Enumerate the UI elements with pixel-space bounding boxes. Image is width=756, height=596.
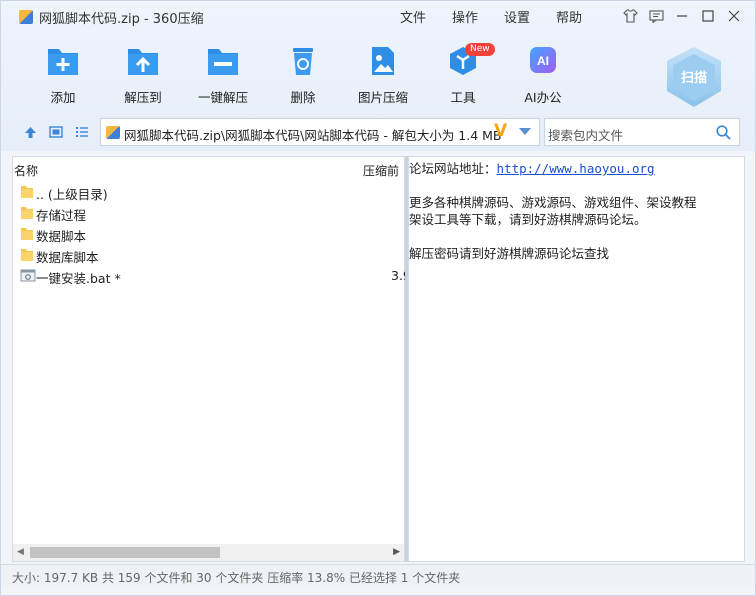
horizontal-scrollbar[interactable]: ◀ ▶ <box>13 544 404 561</box>
quick-extract-icon <box>206 45 240 77</box>
search-placeholder: 搜索包内文件 <box>548 128 624 143</box>
add-label: 添加 <box>50 90 76 105</box>
ai-office-button[interactable]: AI AI办公 <box>503 45 583 106</box>
comment-line-1: 论坛网站地址：http://www.haoyou.org <box>409 160 697 177</box>
scan-button[interactable]: 扫描 <box>661 45 727 111</box>
file-name: 数据库脚本 <box>36 250 99 265</box>
bat-file-icon <box>20 268 36 283</box>
file-list-header: 名称 压缩前 <box>13 157 404 181</box>
search-icon[interactable] <box>716 125 731 143</box>
list-item[interactable]: 一键安装.bat * 3.9 <box>13 265 411 286</box>
scroll-right-icon[interactable]: ▶ <box>393 547 400 557</box>
scrollbar-thumb[interactable] <box>30 547 220 558</box>
window-controls <box>617 5 747 27</box>
file-name: 一键安装.bat * <box>36 271 121 286</box>
column-name-header[interactable]: 名称 <box>14 162 38 179</box>
folder-icon <box>20 205 34 220</box>
nav-buttons <box>21 125 91 139</box>
extract-to-icon <box>126 45 160 77</box>
chevron-down-icon[interactable] <box>519 128 531 135</box>
scroll-left-icon[interactable]: ◀ <box>17 547 24 557</box>
column-size-header[interactable]: 压缩前 <box>363 162 399 179</box>
extract-to-label: 解压到 <box>124 90 162 105</box>
feedback-icon[interactable] <box>643 5 669 27</box>
archive-comment: 论坛网站地址：http://www.haoyou.org 更多各种棋牌源码、游戏… <box>409 160 697 262</box>
image-compress-button[interactable]: 图片压缩 <box>343 45 423 106</box>
title-bar: 网狐脚本代码.zip - 360压缩 文件 操作 设置 帮助 <box>1 1 755 31</box>
image-compress-label: 图片压缩 <box>357 90 408 105</box>
extract-to-button[interactable]: 解压到 <box>103 45 183 106</box>
address-path: 网狐脚本代码.zip\网狐脚本代码\网站脚本代码 - 解包大小为 1.4 MB <box>124 128 502 143</box>
add-icon <box>46 45 80 77</box>
app-window: 网狐脚本代码.zip - 360压缩 文件 操作 设置 帮助 添加 解压到 一键… <box>0 0 756 596</box>
close-icon[interactable] <box>721 5 747 27</box>
ai-office-label: AI办公 <box>524 90 562 105</box>
file-list-pane: 名称 压缩前 .. (上级目录) 存储过程 数据脚本 数据库脚本 一键安装.ba… <box>12 156 411 562</box>
address-bar[interactable]: 网狐脚本代码.zip\网狐脚本代码\网站脚本代码 - 解包大小为 1.4 MB … <box>100 118 540 146</box>
window-title: 网狐脚本代码.zip - 360压缩 <box>39 12 204 27</box>
delete-button[interactable]: 删除 <box>263 45 343 106</box>
add-button[interactable]: 添加 <box>23 45 103 106</box>
svg-text:AI: AI <box>537 54 549 68</box>
ai-icon: AI <box>526 45 560 77</box>
toolbar: 添加 解压到 一键解压 删除 图片压缩 工具 AI AI办公 <box>1 45 661 115</box>
comment-line-3: 架设工具等下载，请到好游棋牌源码论坛。 <box>409 212 647 227</box>
list-item[interactable]: 数据脚本 <box>13 223 404 244</box>
up-arrow-icon[interactable] <box>21 125 39 139</box>
comment-line-2: 更多各种棋牌源码、游戏源码、游戏组件、架设教程 <box>409 195 697 210</box>
verified-mark-icon: V <box>494 121 508 141</box>
quick-extract-button[interactable]: 一键解压 <box>183 45 263 106</box>
app-zip-icon <box>19 10 33 24</box>
list-item[interactable]: 数据库脚本 <box>13 244 404 265</box>
quick-extract-label: 一键解压 <box>197 90 248 105</box>
comment-line-4: 解压密码请到好游棋牌源码论坛查找 <box>409 246 610 261</box>
menu-operation[interactable]: 操作 <box>439 7 491 26</box>
list-item[interactable]: 存储过程 <box>13 202 404 223</box>
status-text: 大小: 197.7 KB 共 159 个文件和 30 个文件夹 压缩率 13.8… <box>12 571 461 585</box>
file-name: 数据脚本 <box>36 229 87 244</box>
menu-settings[interactable]: 设置 <box>491 7 543 26</box>
file-name: 存储过程 <box>36 208 87 223</box>
zip-file-icon <box>106 126 120 139</box>
file-rows: .. (上级目录) 存储过程 数据脚本 数据库脚本 一键安装.bat * 3.9 <box>13 181 411 286</box>
folder-icon <box>20 226 34 241</box>
thumbnail-view-icon[interactable] <box>47 125 65 139</box>
delete-icon <box>286 45 320 77</box>
delete-label: 删除 <box>290 90 316 105</box>
menu-bar: 文件 操作 设置 帮助 <box>387 7 595 26</box>
search-box[interactable]: 搜索包内文件 <box>544 118 740 146</box>
image-compress-icon <box>366 45 400 77</box>
menu-file[interactable]: 文件 <box>387 7 439 26</box>
minimize-icon[interactable] <box>669 5 695 27</box>
list-view-icon[interactable] <box>73 125 91 139</box>
new-badge: New <box>465 43 495 56</box>
status-bar: 大小: 197.7 KB 共 159 个文件和 30 个文件夹 压缩率 13.8… <box>1 564 755 588</box>
list-item[interactable]: .. (上级目录) <box>13 181 404 202</box>
folder-icon <box>20 184 34 199</box>
file-name: .. (上级目录) <box>36 187 108 202</box>
forum-label: 论坛网站地址： <box>409 161 497 176</box>
menu-help[interactable]: 帮助 <box>543 7 595 26</box>
tools-label: 工具 <box>450 90 476 105</box>
folder-icon <box>20 247 34 262</box>
skin-icon[interactable] <box>617 5 643 27</box>
forum-link[interactable]: http://www.haoyou.org <box>497 161 655 176</box>
scan-label: 扫描 <box>680 71 707 86</box>
comment-pane: 论坛网站地址：http://www.haoyou.org 更多各种棋牌源码、游戏… <box>408 156 745 562</box>
maximize-icon[interactable] <box>695 5 721 27</box>
